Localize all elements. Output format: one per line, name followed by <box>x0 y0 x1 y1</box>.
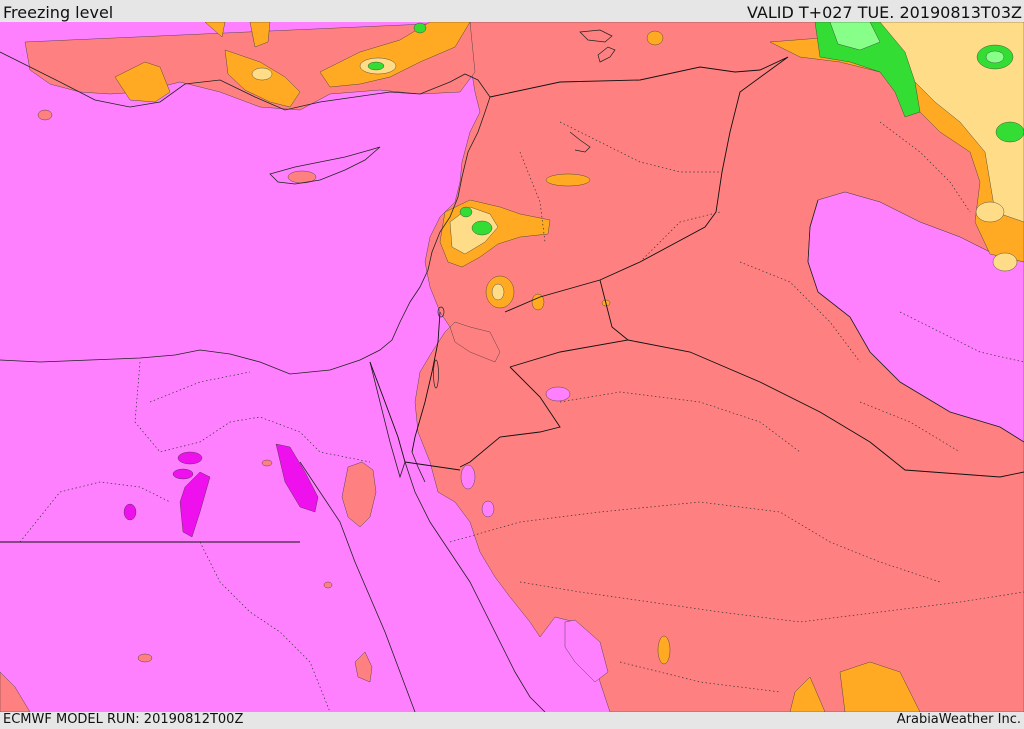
magenta-dark-patch-4 <box>172 468 194 480</box>
lightorange-blob-iran-4 <box>975 201 1005 223</box>
salmon-patch-egypt-2 <box>137 653 153 663</box>
model-run-label: ECMWF MODEL RUN: 20190812T00Z <box>3 712 244 727</box>
lightorange-blob-iran-5 <box>992 252 1018 272</box>
lightorange-patch-turkey-1 <box>251 67 273 81</box>
lightgreen-blob-iran-2 <box>985 50 1005 64</box>
freezing-level-map <box>0 22 1024 712</box>
green-patch-lebanon-2 <box>471 220 493 236</box>
green-patch-turkey-2 <box>367 61 385 71</box>
orange-patch-south-3 <box>657 635 671 665</box>
credit-label: ArabiaWeather Inc. <box>896 712 1021 727</box>
valid-time-label: VALID T+027 TUE. 20190813T03Z <box>746 3 1022 22</box>
green-patch-turkey-3 <box>413 22 427 34</box>
orange-patch-turkey-6 <box>646 30 664 46</box>
magenta-hole-2 <box>481 500 495 518</box>
map-title: Freezing level <box>3 3 114 22</box>
lightorange-patch-jordan-1 <box>491 283 505 301</box>
map-figure: Freezing level VALID T+027 TUE. 20190813… <box>0 0 1024 729</box>
salmon-patch-egypt-1 <box>261 459 273 467</box>
orange-patch-syria-1 <box>545 173 591 187</box>
magenta-hole-3 <box>545 386 571 402</box>
green-blob-iran-3 <box>995 121 1024 143</box>
magenta-dark-patch-5 <box>123 503 137 521</box>
magenta-hole-1 <box>460 464 476 490</box>
green-patch-lebanon-1 <box>459 206 473 218</box>
salmon-patch-turkey-west <box>37 109 53 121</box>
salmon-patch-egypt-3 <box>323 581 333 589</box>
magenta-dark-patch-3 <box>177 451 203 465</box>
